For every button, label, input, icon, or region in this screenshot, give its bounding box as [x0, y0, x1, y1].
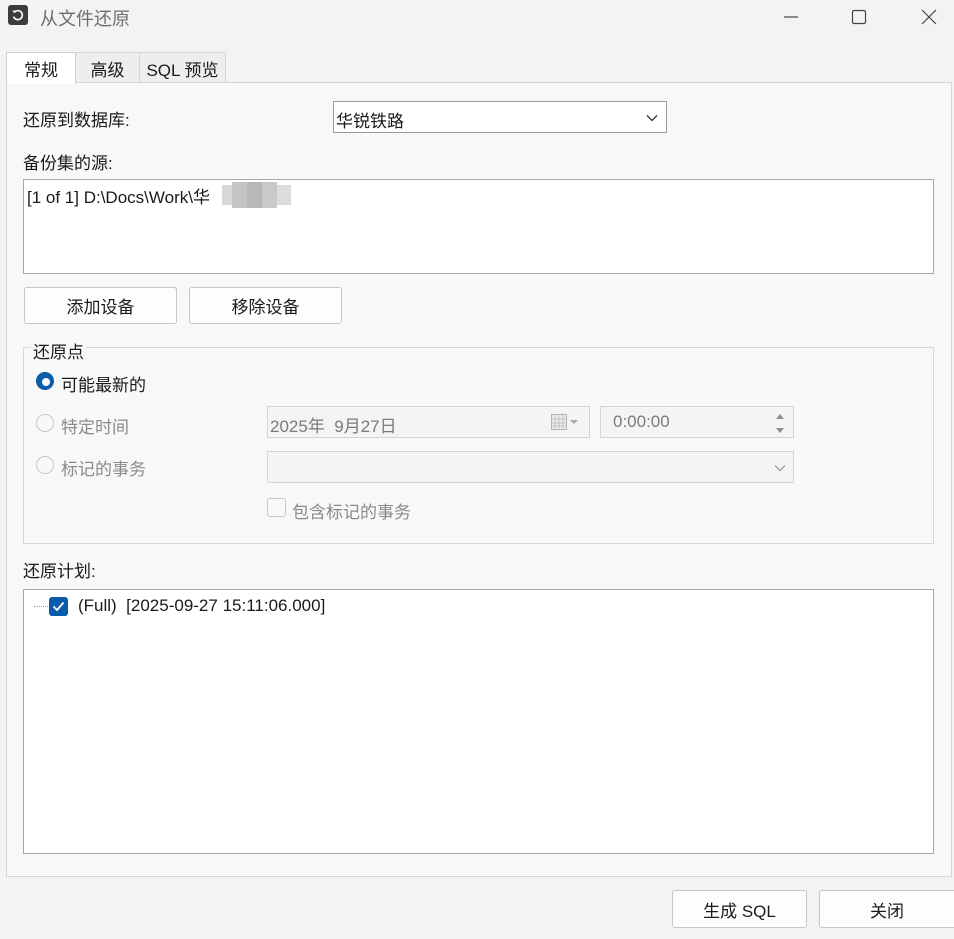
time-value: 0:00:00 — [613, 412, 670, 431]
latest-possible-radio[interactable] — [36, 372, 54, 390]
chevron-up-icon — [776, 414, 784, 419]
window-title: 从文件还原 — [40, 9, 130, 29]
restore-point-title: 还原点 — [31, 338, 86, 363]
restore-plan-label: 还原计划: — [23, 562, 96, 581]
backup-source-list[interactable]: [1 of 1] D:\Docs\Work\华 bak — [23, 179, 934, 274]
remove-device-button[interactable]: 移除设备 — [189, 287, 342, 324]
time-field[interactable]: 0:00:00 — [600, 406, 794, 438]
plan-item-label[interactable]: (Full) [2025-09-27 15:11:06.000] — [78, 596, 325, 616]
checkmark-icon — [52, 601, 65, 612]
maximize-icon — [851, 9, 867, 25]
restore-to-value: 华锐铁路 — [336, 112, 404, 131]
include-marked-label: 包含标记的事务 — [292, 503, 411, 522]
chevron-down-icon — [646, 115, 658, 122]
generate-sql-button[interactable]: 生成 SQL — [672, 890, 807, 928]
restore-app-icon — [8, 5, 28, 25]
close-button[interactable]: 关闭 — [819, 890, 954, 928]
add-device-button[interactable]: 添加设备 — [24, 287, 177, 324]
maximize-button[interactable] — [824, 0, 894, 34]
plan-item-checkbox[interactable] — [49, 597, 68, 616]
specific-time-radio[interactable] — [36, 414, 54, 432]
time-increment-button[interactable] — [768, 408, 792, 422]
tree-connector — [34, 606, 50, 607]
restore-to-label: 还原到数据库: — [23, 111, 130, 130]
latest-possible-label: 可能最新的 — [61, 376, 146, 395]
backup-source-label: 备份集的源: — [23, 154, 113, 173]
marked-transaction-label: 标记的事务 — [61, 460, 146, 479]
date-value: 2025年 9月27日 — [270, 417, 397, 436]
close-window-button[interactable] — [894, 0, 954, 34]
restore-plan-tree[interactable]: (Full) [2025-09-27 15:11:06.000] — [23, 589, 934, 854]
date-picker[interactable]: 2025年 9月27日 — [267, 406, 590, 438]
tab-sql-preview[interactable]: SQL 预览 — [140, 52, 226, 83]
restore-point-group — [23, 347, 934, 544]
chevron-down-icon — [774, 465, 786, 472]
tab-general[interactable]: 常规 — [6, 52, 76, 84]
time-decrement-button[interactable] — [768, 423, 792, 437]
minimize-icon — [784, 16, 798, 18]
tab-advanced[interactable]: 高级 — [76, 52, 140, 83]
restore-to-dropdown[interactable]: 华锐铁路 — [333, 101, 667, 133]
chevron-down-icon — [776, 428, 784, 433]
include-marked-checkbox[interactable] — [267, 498, 286, 517]
calendar-icon — [551, 414, 578, 430]
minimize-button[interactable] — [756, 0, 826, 34]
close-icon — [921, 9, 937, 25]
redacted-blur — [222, 182, 297, 208]
marked-transaction-dropdown[interactable] — [267, 451, 794, 483]
marked-transaction-radio[interactable] — [36, 456, 54, 474]
specific-time-label: 特定时间 — [61, 418, 129, 437]
